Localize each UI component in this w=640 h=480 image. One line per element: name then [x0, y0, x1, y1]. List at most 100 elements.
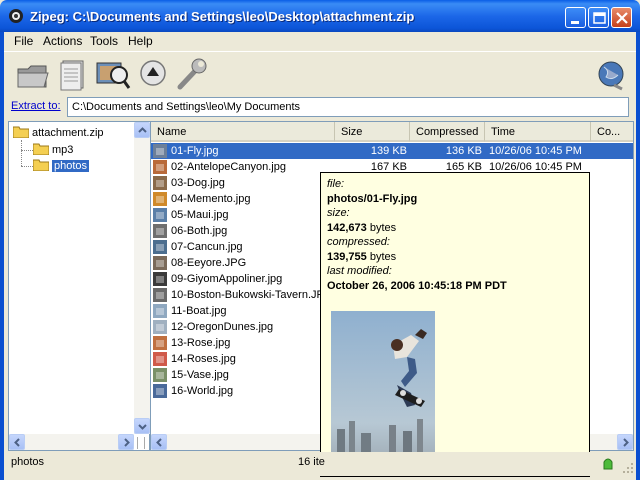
cell-name: 01-Fly.jpg [171, 145, 219, 157]
cell-name: 13-Rose.jpg [171, 337, 231, 349]
wrench-icon[interactable] [172, 55, 210, 93]
tooltip-size-row: 142,673 bytes [327, 221, 583, 236]
tree-connector [21, 140, 22, 166]
close-button[interactable] [611, 7, 632, 28]
window-title: Zipeg: C:\Documents and Settings\leo\Des… [30, 9, 415, 24]
zipeg-app-icon[interactable] [8, 8, 24, 24]
table-row[interactable]: 01-Fly.jpg 139 KB 136 KB 10/26/06 10:45 PM [151, 143, 633, 159]
image-thumbnail-icon [153, 160, 167, 174]
tooltip-compressed-unit: bytes [366, 250, 397, 263]
extract-path-field[interactable]: C:\Documents and Settings\leo\My Documen… [67, 97, 629, 117]
tree-item-label: mp3 [52, 144, 74, 156]
image-thumbnail-icon [153, 352, 167, 366]
chevron-left-icon [156, 438, 162, 447]
cell-name: 02-AntelopeCanyon.jpg [171, 161, 286, 173]
cell-name: 16-World.jpg [171, 385, 234, 397]
cell-name: 08-Eeyore.JPG [171, 257, 247, 269]
extract-to-link[interactable]: Extract to: [11, 100, 61, 112]
menu-help[interactable]: Help [128, 34, 153, 48]
menu-actions[interactable]: Actions [43, 34, 82, 48]
tree-connector [21, 150, 33, 151]
column-header-compressed[interactable]: Compressed [410, 122, 485, 142]
menu-tools[interactable]: Tools [90, 34, 118, 48]
maximize-icon [593, 12, 606, 24]
tree-item-mp3[interactable]: mp3 [33, 142, 73, 158]
scroll-down-button[interactable] [134, 418, 150, 434]
tooltip-file-label: file: [327, 178, 345, 190]
scroll-left-button[interactable] [9, 434, 25, 450]
title-bar[interactable]: Zipeg: C:\Documents and Settings\leo\Des… [0, 0, 640, 32]
image-thumbnail-icon [153, 384, 167, 398]
window-border-right [636, 32, 640, 480]
cell-name: 05-Maui.jpg [171, 209, 229, 221]
cell-name: 06-Both.jpg [171, 225, 228, 237]
tooltip-size-unit: bytes [366, 221, 397, 234]
image-thumbnail-icon [153, 208, 167, 222]
chevron-down-icon [138, 424, 147, 430]
image-thumbnail-icon [153, 288, 167, 302]
tooltip-compressed-label: compressed: [327, 236, 390, 248]
tooltip-modified-value: October 26, 2006 10:45:18 PM PDT [327, 279, 507, 292]
tree-connector [21, 166, 33, 167]
image-thumbnail-icon [153, 192, 167, 206]
cell-compressed: 136 KB [445, 145, 482, 157]
cell-name: 10-Boston-Bukowski-Tavern.JPG [171, 289, 331, 301]
menu-file[interactable]: File [14, 34, 33, 48]
tooltip-modified-label: last modified: [327, 265, 392, 277]
image-thumbnail-icon [153, 240, 167, 254]
window-border-left [0, 32, 4, 480]
tree-item-root[interactable]: attachment.zip [13, 125, 104, 141]
scroll-left-button[interactable] [151, 434, 167, 450]
scroll-right-button[interactable] [118, 434, 134, 450]
chevron-right-icon [623, 438, 629, 447]
tooltip-file-value: photos/01-Fly.jpg [327, 192, 418, 205]
chevron-left-icon [14, 438, 20, 447]
resize-grip-icon[interactable] [622, 462, 634, 474]
image-thumbnail-icon [153, 144, 167, 158]
cell-name: 14-Roses.jpg [171, 353, 236, 365]
toolbar [4, 51, 636, 95]
image-thumbnail-icon [153, 224, 167, 238]
activity-indicator-icon [603, 458, 613, 470]
tooltip-compressed-number: 139,755 [327, 250, 367, 263]
image-thumbnail-icon [153, 320, 167, 334]
chevron-right-icon [124, 438, 130, 447]
cell-name: 12-OregonDunes.jpg [171, 321, 274, 333]
cell-name: 11-Boat.jpg [171, 305, 227, 317]
tooltip-size-number: 142,673 [327, 221, 367, 234]
cell-name: 15-Vase.jpg [171, 369, 229, 381]
tree-vertical-scrollbar[interactable] [134, 122, 150, 434]
world-icon[interactable] [592, 55, 630, 93]
image-thumbnail-icon [153, 304, 167, 318]
column-header-name[interactable]: Name [151, 122, 335, 142]
status-current-folder: photos [11, 456, 45, 468]
minimize-icon [571, 21, 579, 24]
maximize-button[interactable] [588, 7, 609, 28]
pane-splitter[interactable] [137, 437, 145, 449]
close-icon [616, 12, 628, 24]
preview-icon[interactable] [94, 55, 132, 93]
document-stack-icon[interactable] [54, 55, 92, 93]
tree-horizontal-scrollbar[interactable] [9, 434, 134, 450]
open-folder-icon[interactable] [14, 55, 52, 93]
cell-name: 09-GiyomAppoliner.jpg [171, 273, 283, 285]
folder-tree[interactable]: attachment.zip mp3 photos [8, 121, 150, 451]
cell-name: 04-Memento.jpg [171, 193, 251, 205]
minimize-button[interactable] [565, 7, 586, 28]
chevron-up-icon [138, 127, 147, 133]
folder-icon [13, 126, 29, 138]
cell-size: 139 KB [370, 145, 407, 157]
tree-item-photos[interactable]: photos [33, 158, 90, 174]
image-thumbnail-icon [153, 272, 167, 286]
column-header-time[interactable]: Time [485, 122, 591, 142]
folder-icon [33, 143, 49, 155]
tooltip-compressed-row: 139,755 bytes [327, 250, 583, 265]
column-header-size[interactable]: Size [335, 122, 410, 142]
status-item-count: 16 ite [298, 456, 325, 468]
scroll-up-button[interactable] [134, 122, 150, 138]
eject-icon[interactable] [136, 55, 174, 93]
photo-preview [331, 311, 435, 471]
folder-icon [33, 159, 49, 171]
scroll-right-button[interactable] [617, 434, 633, 450]
column-header-comment[interactable]: Co... [591, 122, 633, 142]
